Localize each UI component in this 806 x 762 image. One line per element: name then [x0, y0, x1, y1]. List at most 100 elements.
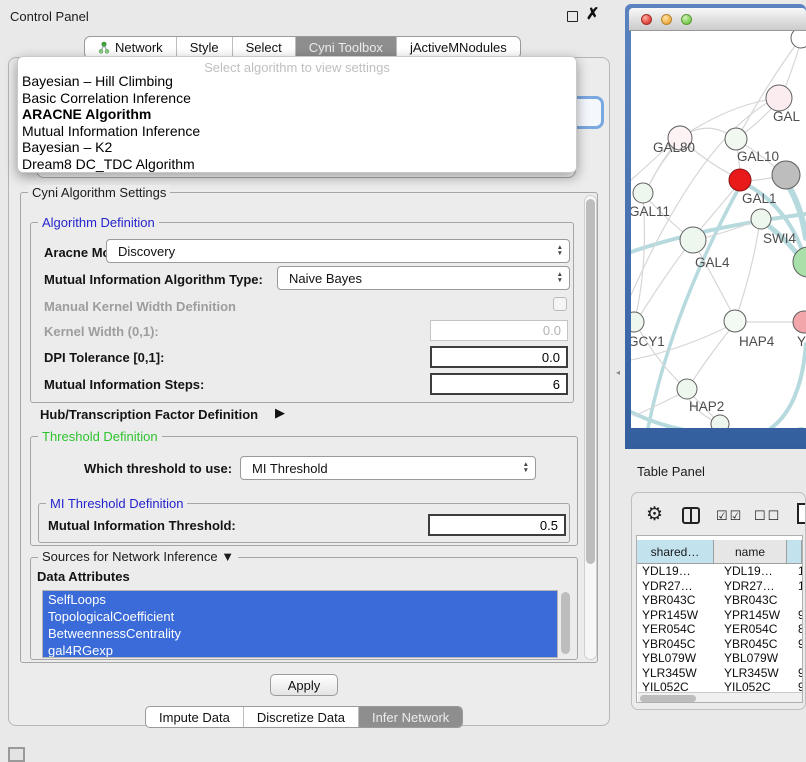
attribute-item-gal4rgexp[interactable]: gal4RGexp: [43, 642, 557, 658]
tab-network[interactable]: Network: [85, 37, 176, 58]
network-node-gal10[interactable]: [725, 128, 747, 150]
table-cell: YIL052C: [642, 680, 720, 692]
algorithm-option-bayesian-hill-climbing[interactable]: Bayesian – Hill Climbing: [18, 73, 576, 90]
network-node-swi4[interactable]: [751, 209, 771, 229]
control-panel-bottom-tabs: Impute DataDiscretize DataInfer Network: [145, 706, 463, 728]
export-table-icon[interactable]: [797, 503, 806, 524]
tab-cyni-toolbox[interactable]: Cyni Toolbox: [295, 37, 396, 58]
table-hscrollbar[interactable]: [638, 692, 802, 702]
dpi-tolerance-field[interactable]: 0.0: [430, 346, 568, 368]
hub-section-label: Hub/Transcription Factor Definition: [40, 407, 258, 422]
algorithm-option-bayesian-k2[interactable]: Bayesian – K2: [18, 139, 576, 156]
column-header-name[interactable]: name: [714, 540, 787, 564]
table-row[interactable]: YPR145WYPR145W9.: [638, 608, 802, 623]
table-cell: YLR345W: [642, 666, 720, 681]
tab-select[interactable]: Select: [232, 37, 295, 58]
aracne-mode-combo[interactable]: Discovery ▲▼: [106, 239, 570, 263]
settings-scrollbar[interactable]: [584, 195, 597, 660]
algorithm-definition-title: Algorithm Definition: [38, 215, 159, 230]
table-row[interactable]: YBL079W YBL079W: [638, 651, 802, 666]
mi-steps-field[interactable]: 6: [430, 373, 568, 395]
gear-icon[interactable]: ⚙: [646, 505, 663, 524]
table-row[interactable]: YDL19…YDL19…13: [638, 564, 802, 579]
tab-impute-data[interactable]: Impute Data: [146, 707, 243, 727]
manual-kernel-label: Manual Kernel Width Definition: [44, 299, 236, 314]
settings-scrollbar-thumb[interactable]: [586, 199, 595, 564]
node-label-gcy1: GCY1: [631, 334, 665, 349]
attributes-scrollbar-thumb[interactable]: [561, 592, 570, 654]
table-cell: YPR145W: [642, 608, 720, 623]
table-row[interactable]: YDR27…YDR27…12: [638, 579, 802, 594]
mi-threshold-field[interactable]: 0.5: [428, 514, 566, 536]
table-cell: YPR145W: [724, 608, 796, 623]
mi-type-combo[interactable]: Naive Bayes ▲▼: [277, 266, 570, 290]
tab-label: Network: [115, 40, 163, 55]
algorithm-option-dream8-dc-tdc-algorithm[interactable]: Dream8 DC_TDC Algorithm: [18, 156, 576, 173]
network-node-hap2[interactable]: [677, 379, 697, 399]
table-cell: YBR043C: [642, 593, 720, 608]
tab-jactivemnodules[interactable]: jActiveMNodules: [396, 37, 520, 58]
table-cell: YDL19…: [642, 564, 720, 579]
network-node-gal1[interactable]: [729, 169, 751, 191]
network-node-gal4[interactable]: [680, 227, 706, 253]
table-cell: YER054C: [724, 622, 796, 637]
algorithm-popup-placeholder: Select algorithm to view settings: [18, 57, 576, 72]
table-row[interactable]: YER054CYER054C8.: [638, 622, 802, 637]
tab-infer-network[interactable]: Infer Network: [358, 707, 462, 727]
kernel-width-field[interactable]: 0.0: [430, 320, 568, 341]
mi-type-value: Naive Bayes: [289, 271, 362, 286]
algorithm-popup-list: Bayesian – Hill ClimbingBasic Correlatio…: [18, 72, 576, 173]
network-edge: [634, 391, 686, 416]
manual-kernel-checkbox[interactable]: [553, 297, 567, 311]
mi-threshold-label: Mutual Information Threshold:: [48, 518, 236, 533]
deselect-all-checks-icon[interactable]: ☐☐: [754, 509, 781, 522]
apply-button[interactable]: Apply: [270, 674, 338, 696]
table-cell: YBL079W: [724, 651, 796, 666]
attribute-item-selfloops[interactable]: SelfLoops: [43, 591, 557, 608]
node-label-swi4: SWI4: [763, 231, 796, 246]
network-node-hap4[interactable]: [724, 310, 746, 332]
table-cell: 9.: [798, 666, 802, 681]
attribute-item-topologicalcoefficient[interactable]: TopologicalCoefficient: [43, 608, 557, 625]
minimize-window-icon[interactable]: [661, 14, 672, 25]
tab-discretize-data[interactable]: Discretize Data: [243, 707, 358, 727]
close-window-icon[interactable]: [641, 14, 652, 25]
divider-handle-icon[interactable]: ◂: [616, 368, 620, 377]
network-node-gcy1[interactable]: [631, 312, 644, 332]
network-node-gal[interactable]: [766, 85, 792, 111]
algorithm-option-aracne-algorithm[interactable]: ARACNE Algorithm: [18, 106, 576, 123]
table-row[interactable]: YBR043CYBR043C: [638, 593, 802, 608]
column-header-shared[interactable]: shared…: [637, 540, 714, 564]
sources-collapse-arrow-icon[interactable]: ▼: [221, 549, 234, 564]
which-threshold-label: Which threshold to use:: [84, 461, 232, 476]
network-node[interactable]: [772, 161, 800, 189]
network-node[interactable]: [711, 415, 729, 428]
node-label-y: Y: [797, 334, 806, 349]
zoom-window-icon[interactable]: [681, 14, 692, 25]
select-all-checks-icon[interactable]: ☑☑: [716, 509, 743, 522]
which-threshold-combo[interactable]: MI Threshold ▲▼: [240, 456, 536, 480]
tab-style[interactable]: Style: [176, 37, 232, 58]
table-row[interactable]: YBR045CYBR045C9.: [638, 637, 802, 652]
network-node-y[interactable]: [793, 311, 806, 333]
algorithm-option-mutual-information-inference[interactable]: Mutual Information Inference: [18, 123, 576, 140]
close-panel-icon[interactable]: ✗: [586, 4, 599, 24]
collapsed-panel-icon[interactable]: [8, 747, 25, 762]
attribute-item-betweennesscentrality[interactable]: BetweennessCentrality: [43, 625, 557, 642]
hub-expand-arrow-icon[interactable]: ▶: [275, 405, 285, 421]
network-node[interactable]: [791, 31, 806, 48]
table-hscrollbar-thumb[interactable]: [640, 695, 696, 702]
algorithm-option-basic-correlation-inference[interactable]: Basic Correlation Inference: [18, 90, 576, 107]
table-row[interactable]: YIL052CYIL052C9.: [638, 680, 802, 692]
columns-icon[interactable]: [682, 507, 700, 524]
network-node-gal11[interactable]: [633, 183, 653, 203]
float-panel-icon[interactable]: [567, 11, 578, 22]
column-header-3[interactable]: [787, 540, 802, 564]
tab-label: Cyni Toolbox: [309, 40, 383, 55]
table-row[interactable]: YLR345WYLR345W9.: [638, 666, 802, 681]
table-cell: YBL079W: [642, 651, 720, 666]
network-canvas[interactable]: GALGAL80GAL10GAL1GAL11SWI4GAL4GCY1HAP4YH…: [631, 31, 806, 428]
network-window-titlebar[interactable]: [629, 8, 806, 31]
table-cell: 9.: [798, 637, 802, 652]
threshold-group-title: Threshold Definition: [38, 429, 162, 444]
